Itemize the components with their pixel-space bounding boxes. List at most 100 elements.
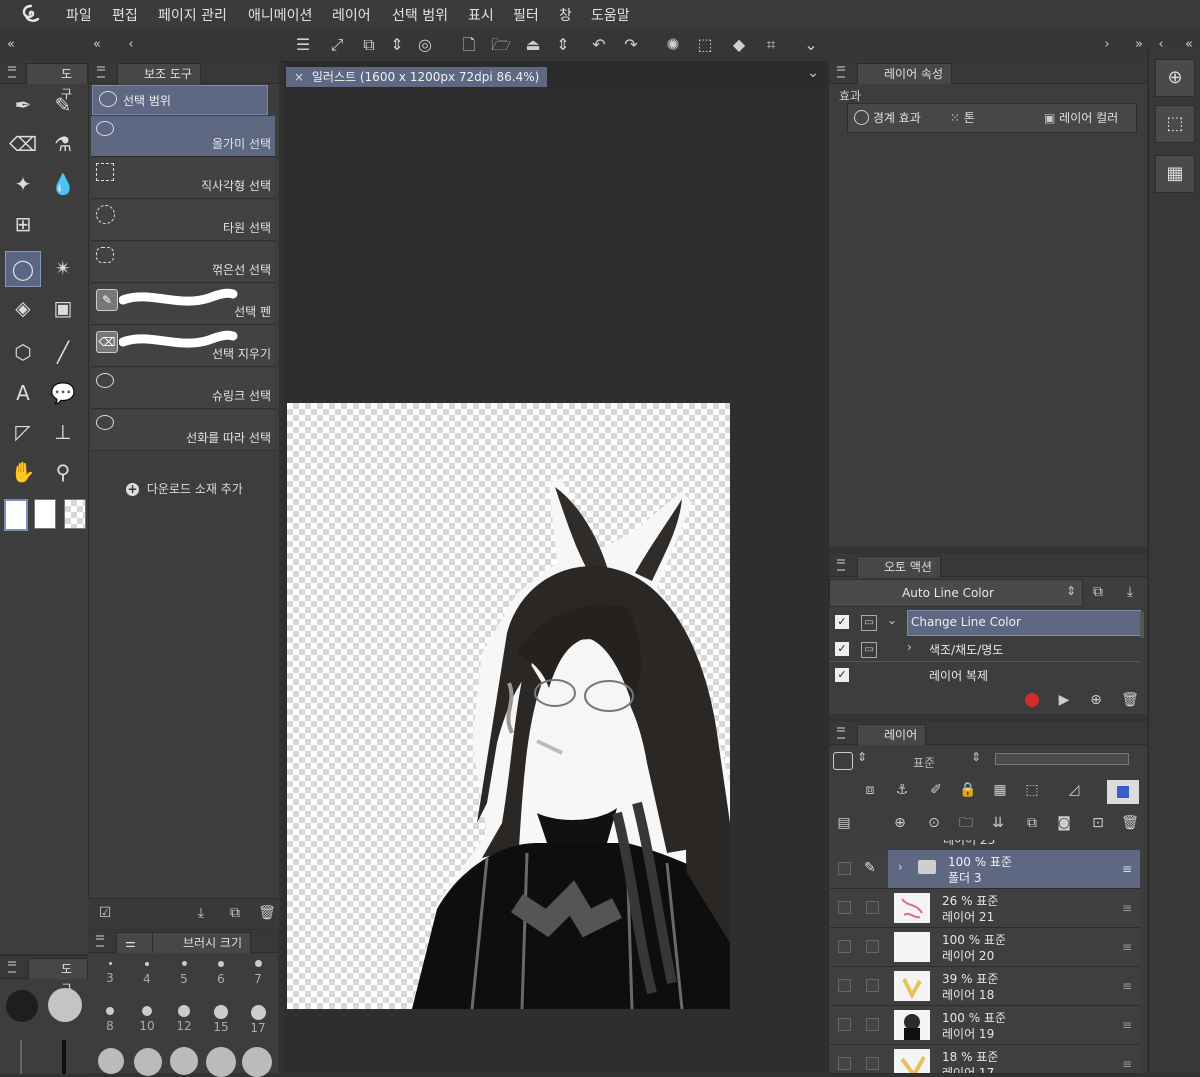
lock-icon[interactable]: 🔒	[959, 781, 977, 799]
chevron-right-icon[interactable]: ›	[1096, 35, 1118, 55]
hamburger-menu-icon[interactable]: ☰	[292, 35, 314, 55]
brush-size-cell[interactable]: 15	[203, 1005, 239, 1045]
grip-icon[interactable]	[8, 961, 16, 973]
reference-icon[interactable]: ⚓	[893, 781, 911, 799]
border-effect-button[interactable]: 경계 효과	[854, 109, 921, 126]
import-icon[interactable]: ⤓	[1121, 583, 1139, 601]
pen-tool-icon[interactable]: ✒	[6, 88, 40, 122]
material-icon[interactable]: ⬚	[1155, 105, 1195, 143]
tone-button[interactable]: ⁙ 톤	[950, 109, 975, 126]
expand-right-icon[interactable]: »	[1128, 35, 1150, 55]
edit-checkbox[interactable]	[866, 901, 879, 914]
select-all-icon[interactable]: ⬚	[694, 35, 716, 55]
subtool-item[interactable]: ✎ 선택 펜	[91, 284, 275, 325]
layer-color-swatch[interactable]	[833, 752, 853, 770]
brush-size-dot[interactable]	[170, 1047, 198, 1075]
eraser-tool-icon[interactable]: ⌫	[6, 127, 40, 161]
save-icon[interactable]: ⏏	[522, 35, 544, 55]
crop-icon[interactable]: ⌗	[760, 35, 782, 55]
edit-checkbox[interactable]	[866, 940, 879, 953]
artwork-canvas[interactable]	[287, 403, 730, 1009]
auto-action-scrollbar[interactable]	[1140, 612, 1144, 638]
layer-menu-icon[interactable]: ≡	[1122, 901, 1132, 915]
layer-row[interactable]: ✎ › 100 % 표준 폴더 3 ≡	[830, 850, 1140, 889]
edit-checkbox[interactable]	[866, 1018, 879, 1031]
up-down-arrows-icon[interactable]: ⇕	[552, 35, 574, 55]
loading-icon[interactable]: ✺	[662, 35, 684, 55]
visibility-checkbox[interactable]	[838, 1057, 851, 1070]
apply-mask-icon[interactable]: ⊡	[1089, 814, 1107, 832]
tab-auto-action[interactable]: 오토 액션	[857, 556, 941, 577]
brush-size-cell[interactable]: 6	[203, 958, 239, 998]
grip-icon[interactable]	[837, 66, 845, 78]
airbrush-tool-icon[interactable]: ⚗	[46, 127, 80, 161]
layer-menu-icon[interactable]: ≡	[1122, 862, 1132, 876]
menu-edit[interactable]: 편집	[112, 5, 138, 25]
layer-row[interactable]: 18 % 표준 레이어 17 ≡	[830, 1045, 1140, 1074]
duplicate-icon[interactable]: ⧉	[226, 904, 244, 922]
decoration-tool-icon[interactable]: ✦	[6, 167, 40, 201]
layer-row[interactable]: 39 % 표준 레이어 18 ≡	[830, 967, 1140, 1006]
add-material-button[interactable]: + 다운로드 소재 추가	[126, 480, 243, 497]
tab-tool-property[interactable]: ⚌	[116, 932, 154, 953]
collapse-left-icon[interactable]: «	[0, 35, 22, 55]
fill-icon[interactable]: ◆	[728, 35, 750, 55]
new-raster-layer-icon[interactable]: ⊕	[891, 814, 909, 832]
chevron-right-icon[interactable]: ›	[907, 640, 912, 654]
frame-tool-icon[interactable]: ◸	[6, 415, 40, 449]
menu-help[interactable]: 도움말	[591, 5, 630, 25]
redo-icon[interactable]: ↷	[620, 35, 642, 55]
trash-icon[interactable]: 🗑	[1121, 814, 1139, 832]
grip-icon[interactable]	[97, 66, 105, 78]
merge-icon[interactable]: ⧉	[1023, 814, 1041, 832]
up-down-arrows-icon[interactable]: ⇕	[857, 750, 867, 764]
menu-file[interactable]: 파일	[66, 5, 92, 25]
resize-canvas-icon[interactable]: ⤢	[326, 35, 348, 55]
subtool-item[interactable]: 타원 선택	[91, 200, 275, 241]
checkbox-checked-icon[interactable]: ✓	[835, 615, 849, 629]
subtool-item[interactable]: ⌫ 선택 지우기	[91, 326, 275, 367]
visibility-checkbox[interactable]	[838, 1018, 851, 1031]
visibility-checkbox[interactable]	[838, 901, 851, 914]
subtool-group-tab[interactable]: 선택 범위	[92, 85, 268, 115]
blend-mode-select[interactable]: 표준	[913, 754, 935, 771]
collapse-left-icon[interactable]: «	[86, 35, 108, 55]
up-down-arrows-icon[interactable]: ⇕	[971, 750, 981, 764]
layer-menu-icon[interactable]: ≡	[1122, 940, 1132, 954]
menu-view[interactable]: 표시	[468, 5, 494, 25]
up-down-arrows-icon[interactable]: ⇕	[386, 35, 408, 55]
hand-tool-icon[interactable]: ✋	[6, 455, 40, 489]
main-color-swatch[interactable]	[4, 499, 28, 531]
brush-size-dot[interactable]	[134, 1048, 162, 1076]
chevron-right-icon[interactable]: ›	[898, 860, 903, 874]
tab-subtool[interactable]: 보조 도구	[117, 63, 201, 84]
open-folder-icon[interactable]: 🗁	[490, 35, 512, 55]
new-vector-layer-icon[interactable]: ⊙	[925, 814, 943, 832]
layer-row[interactable]: 26 % 표준 레이어 21 ≡	[830, 889, 1140, 928]
action-row[interactable]: ✓ ▭ ⌄ Change Line Color	[829, 610, 1141, 636]
subtool-item[interactable]: 올가미 선택	[91, 116, 275, 157]
new-action-set-icon[interactable]: ⧉	[1089, 583, 1107, 601]
subtool-item[interactable]: 선화를 따라 선택	[91, 410, 275, 451]
tab-layer[interactable]: 레이어	[857, 724, 927, 745]
new-file-icon[interactable]: 🗋	[458, 35, 480, 55]
add-command-icon[interactable]: ⊕	[1087, 691, 1105, 709]
pencil-tool-icon[interactable]: ✎	[46, 88, 80, 122]
transfer-down-icon[interactable]: ⇊	[989, 814, 1007, 832]
blend-tool-icon[interactable]: 💧	[46, 167, 80, 201]
tab-document[interactable]: × 일러스트 (1600 x 1200px 72dpi 86.4%)	[286, 67, 548, 87]
lock-transparency-icon[interactable]: ▦	[991, 781, 1009, 799]
tab-tool[interactable]: 도구	[26, 63, 88, 101]
dialog-toggle-icon[interactable]: ▭	[861, 615, 877, 631]
transform-icon[interactable]: ⧉	[358, 35, 380, 55]
trash-icon[interactable]: 🗑	[258, 904, 276, 922]
menu-window[interactable]: 창	[559, 5, 572, 25]
text-tool-icon[interactable]: A	[6, 376, 40, 410]
transparent-color-swatch[interactable]	[64, 499, 86, 529]
visibility-checkbox[interactable]	[838, 940, 851, 953]
slider-track[interactable]	[62, 1040, 66, 1074]
layer-row[interactable]: 100 % 표준 레이어 19 ≡	[830, 1006, 1140, 1045]
operation-tool-icon[interactable]: ⬡	[6, 335, 40, 369]
sub-color-swatch[interactable]	[34, 499, 56, 529]
record-icon[interactable]	[1025, 693, 1039, 707]
